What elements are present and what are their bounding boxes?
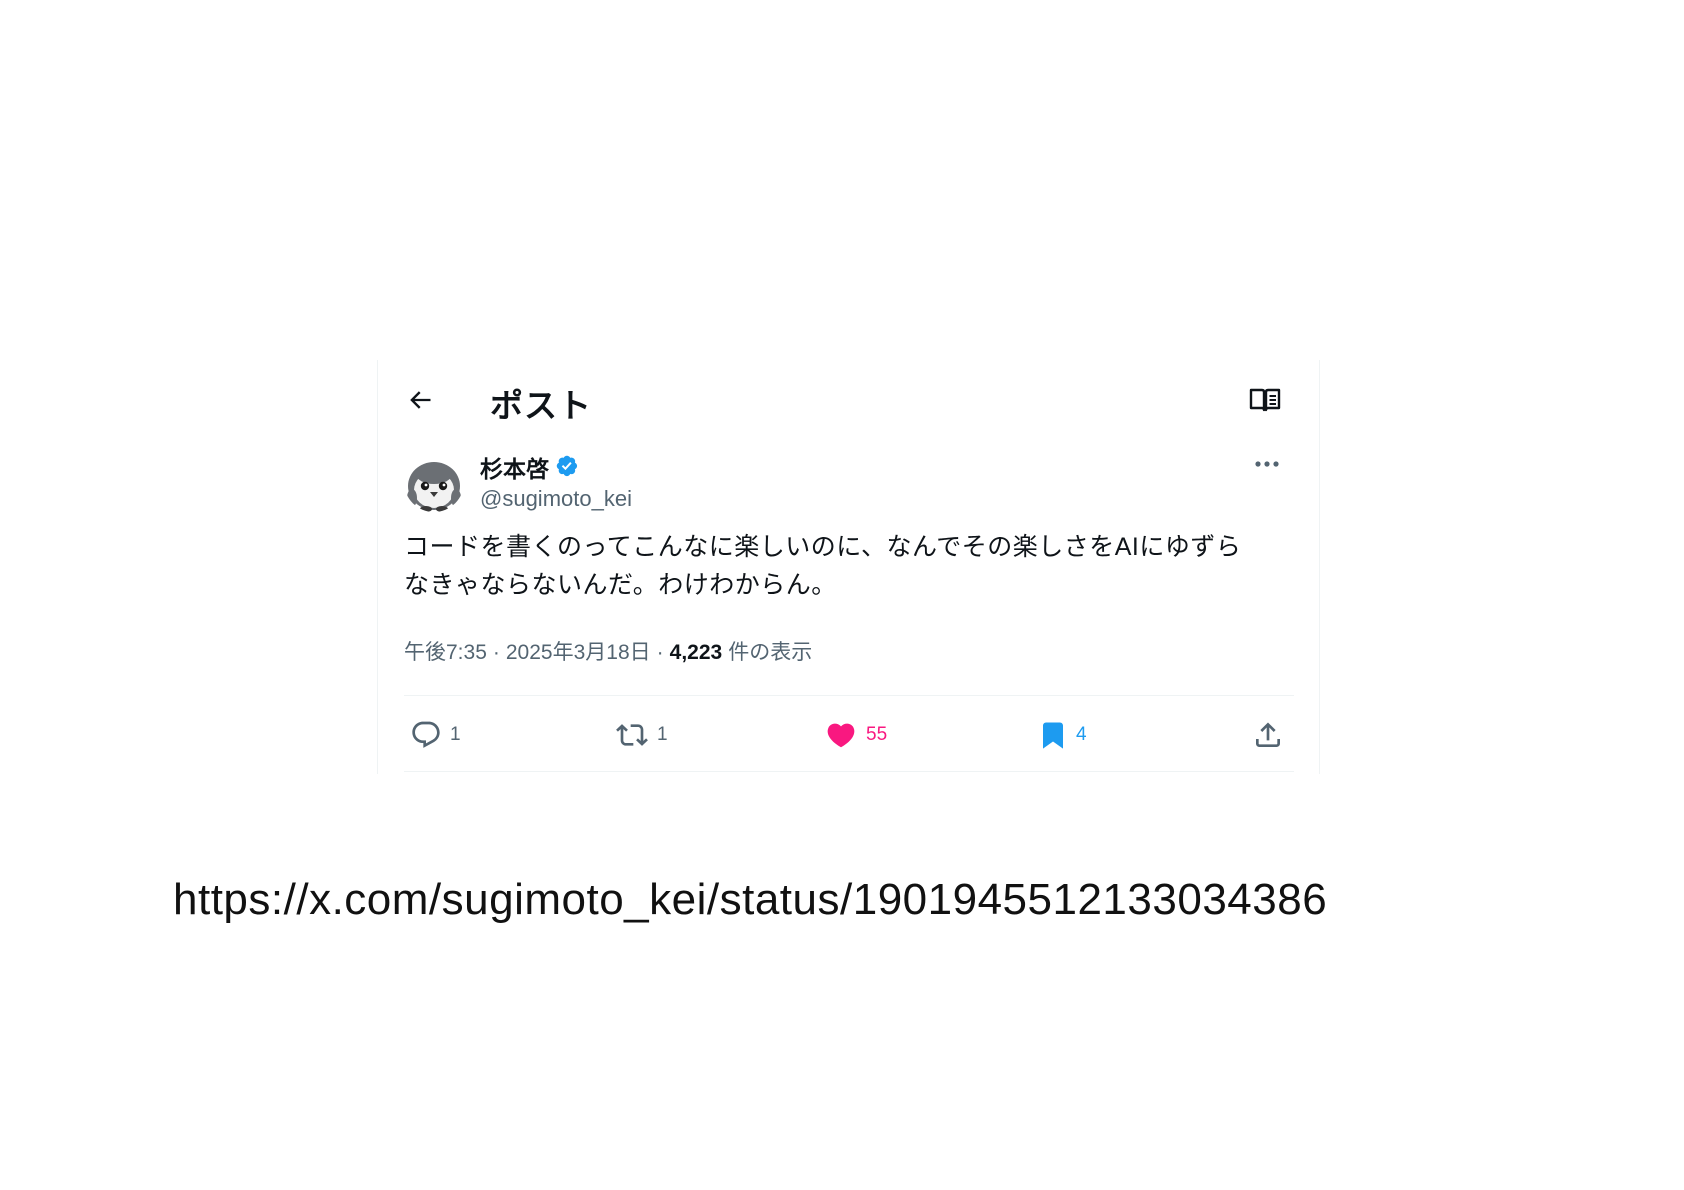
reply-button[interactable]: 1: [410, 715, 461, 755]
arrow-left-icon: [410, 391, 431, 409]
reply-icon: [412, 721, 440, 748]
post-time[interactable]: 午後7:35: [404, 636, 487, 666]
repost-count: 1: [657, 724, 668, 745]
bookmark-filled-icon: [1043, 722, 1063, 749]
open-book-icon: [1249, 388, 1281, 412]
heart-filled-icon: [827, 723, 855, 748]
penguin-avatar-icon: [404, 452, 464, 512]
more-options-button[interactable]: [1250, 450, 1284, 478]
verified-badge-icon: [556, 455, 578, 477]
like-count: 55: [866, 724, 888, 745]
post-date[interactable]: 2025年3月18日: [506, 636, 651, 666]
repost-button[interactable]: 1: [615, 715, 668, 755]
like-button[interactable]: 55: [824, 715, 887, 755]
post-author: 杉本啓 @sugimoto_kei: [404, 444, 1284, 520]
post-header: ポスト: [378, 360, 1319, 440]
repost-icon: [616, 724, 648, 746]
author-name-row: 杉本啓: [480, 450, 581, 484]
divider: [404, 771, 1294, 772]
bookmark-count: 4: [1076, 724, 1087, 745]
more-horizontal-icon: [1255, 461, 1279, 467]
author-display-name[interactable]: 杉本啓: [480, 450, 549, 484]
page-title: ポスト: [490, 387, 592, 424]
post-text: コードを書くのってこんなに楽しいのに、なんでその楽しさをAIにゆずら なきゃなら…: [404, 533, 1242, 599]
avatar[interactable]: [404, 452, 464, 512]
post-card: ポスト 杉本啓 @sugimoto_kei コードを書くのってこんなに楽しいのに…: [377, 360, 1320, 774]
author-handle[interactable]: @sugimoto_kei: [480, 486, 632, 512]
source-url: https://x.com/sugimoto_kei/status/190194…: [173, 875, 1328, 924]
reader-mode-button[interactable]: [1247, 382, 1283, 418]
reply-count: 1: [450, 724, 461, 745]
views-count: 4,223: [669, 641, 723, 664]
meta-separator: ·: [656, 641, 664, 664]
meta-separator: ·: [492, 641, 500, 664]
views-label: 件の表示: [728, 641, 813, 664]
bookmark-button[interactable]: 4: [1038, 715, 1087, 755]
share-upload-icon: [1256, 722, 1280, 747]
post-meta: 午後7:35 · 2025年3月18日 · 4,223 件の表示: [404, 636, 812, 666]
share-button[interactable]: [1252, 715, 1284, 755]
post-actions: 1 1 55 4: [404, 700, 1294, 770]
divider: [404, 695, 1294, 696]
back-button[interactable]: [402, 382, 438, 418]
